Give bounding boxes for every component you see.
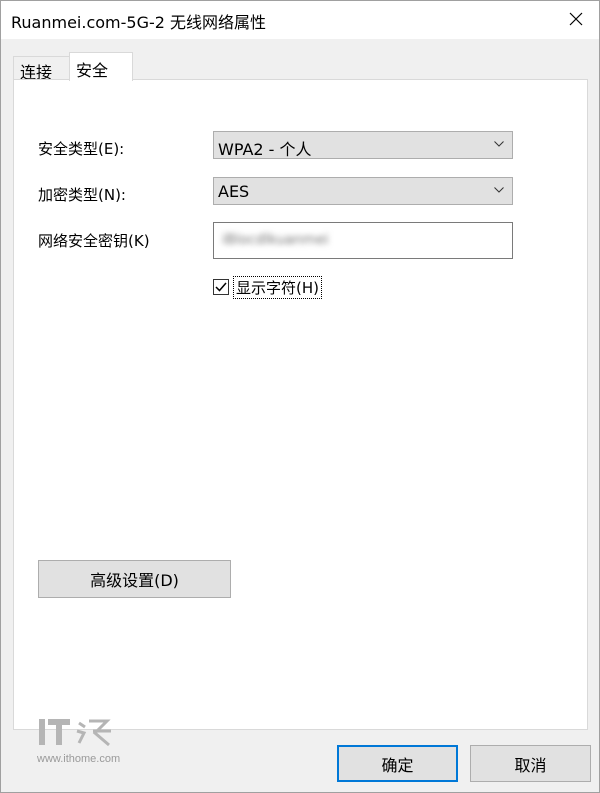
tab-connection[interactable]: 连接 — [13, 56, 70, 82]
tab-security[interactable]: 安全 — [69, 52, 133, 81]
security-type-value: WPA2 - 个人 — [218, 140, 312, 159]
advanced-settings-label: 高级设置(D) — [90, 571, 179, 590]
encryption-type-value: AES — [218, 182, 250, 201]
network-key-value: iBlocdlkuanmei — [222, 232, 329, 248]
dialog-window: Ruanmei.com-5G-2 无线网络属性 连接 安全 安全类型(E): W… — [0, 0, 600, 793]
advanced-settings-button[interactable]: 高级设置(D) — [38, 560, 231, 598]
show-characters-checkbox[interactable]: 显示字符(H) — [213, 275, 322, 299]
chevron-down-icon — [494, 187, 504, 193]
watermark-url: www.ithome.com — [37, 753, 121, 765]
cancel-label: 取消 — [514, 755, 547, 775]
chevron-down-icon — [494, 141, 504, 147]
tab-security-label: 安全 — [76, 61, 109, 80]
close-button[interactable] — [553, 1, 599, 37]
security-type-select[interactable]: WPA2 - 个人 — [213, 131, 513, 159]
ok-button[interactable]: 确定 — [337, 745, 458, 782]
encryption-type-label: 加密类型(N): — [38, 186, 126, 204]
checkbox-box[interactable] — [213, 279, 229, 295]
window-title: Ruanmei.com-5G-2 无线网络属性 — [11, 13, 267, 32]
ok-label: 确定 — [381, 755, 414, 775]
network-key-input[interactable]: iBlocdlkuanmei — [213, 222, 513, 259]
title-bar: Ruanmei.com-5G-2 无线网络属性 — [1, 1, 599, 39]
cancel-button[interactable]: 取消 — [470, 745, 591, 782]
ithome-logo — [39, 719, 111, 747]
show-characters-label: 显示字符(H) — [233, 275, 322, 299]
encryption-type-select[interactable]: AES — [213, 177, 513, 205]
security-panel: 安全类型(E): WPA2 - 个人 加密类型(N): AES 网络安全密钥(K… — [13, 79, 588, 730]
network-key-label: 网络安全密钥(K) — [38, 232, 150, 250]
security-type-label: 安全类型(E): — [38, 140, 125, 158]
checkmark-icon — [215, 282, 227, 292]
close-icon — [569, 12, 583, 26]
ithome-watermark: www.ithome.com — [37, 715, 137, 767]
